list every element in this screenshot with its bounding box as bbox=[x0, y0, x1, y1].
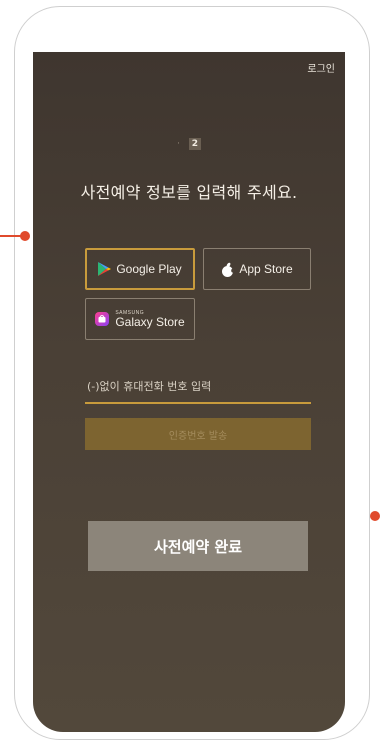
app-store-button[interactable]: App Store bbox=[203, 248, 311, 290]
annotation-marker-right bbox=[370, 511, 380, 521]
galaxy-store-label: Galaxy Store bbox=[115, 314, 185, 329]
phone-number-input[interactable] bbox=[85, 370, 311, 404]
google-play-icon bbox=[98, 262, 112, 276]
google-play-label: Google Play bbox=[116, 262, 182, 276]
galaxy-store-button[interactable]: SAMSUNG Galaxy Store bbox=[85, 298, 195, 340]
marker-line bbox=[0, 235, 22, 237]
app-store-label: App Store bbox=[239, 262, 293, 276]
step-previous: · bbox=[177, 139, 180, 149]
preregistration-screen: 로그인 · 2 사전예약 정보를 입력해 주세요. Google Play Ap… bbox=[33, 52, 345, 732]
marker-dot-icon bbox=[20, 231, 30, 241]
step-current: 2 bbox=[188, 138, 201, 150]
annotation-marker-left bbox=[0, 231, 30, 241]
google-play-button[interactable]: Google Play bbox=[85, 248, 195, 290]
step-indicator: · 2 bbox=[33, 138, 345, 150]
apple-icon bbox=[221, 262, 235, 277]
screen-top-mask bbox=[33, 20, 345, 54]
complete-preregistration-button[interactable]: 사전예약 완료 bbox=[88, 521, 308, 571]
galaxy-store-icon bbox=[95, 312, 110, 326]
send-verification-code-button[interactable]: 인증번호 발송 bbox=[85, 418, 311, 450]
page-title: 사전예약 정보를 입력해 주세요. bbox=[80, 183, 298, 202]
login-link[interactable]: 로그인 bbox=[307, 60, 335, 75]
